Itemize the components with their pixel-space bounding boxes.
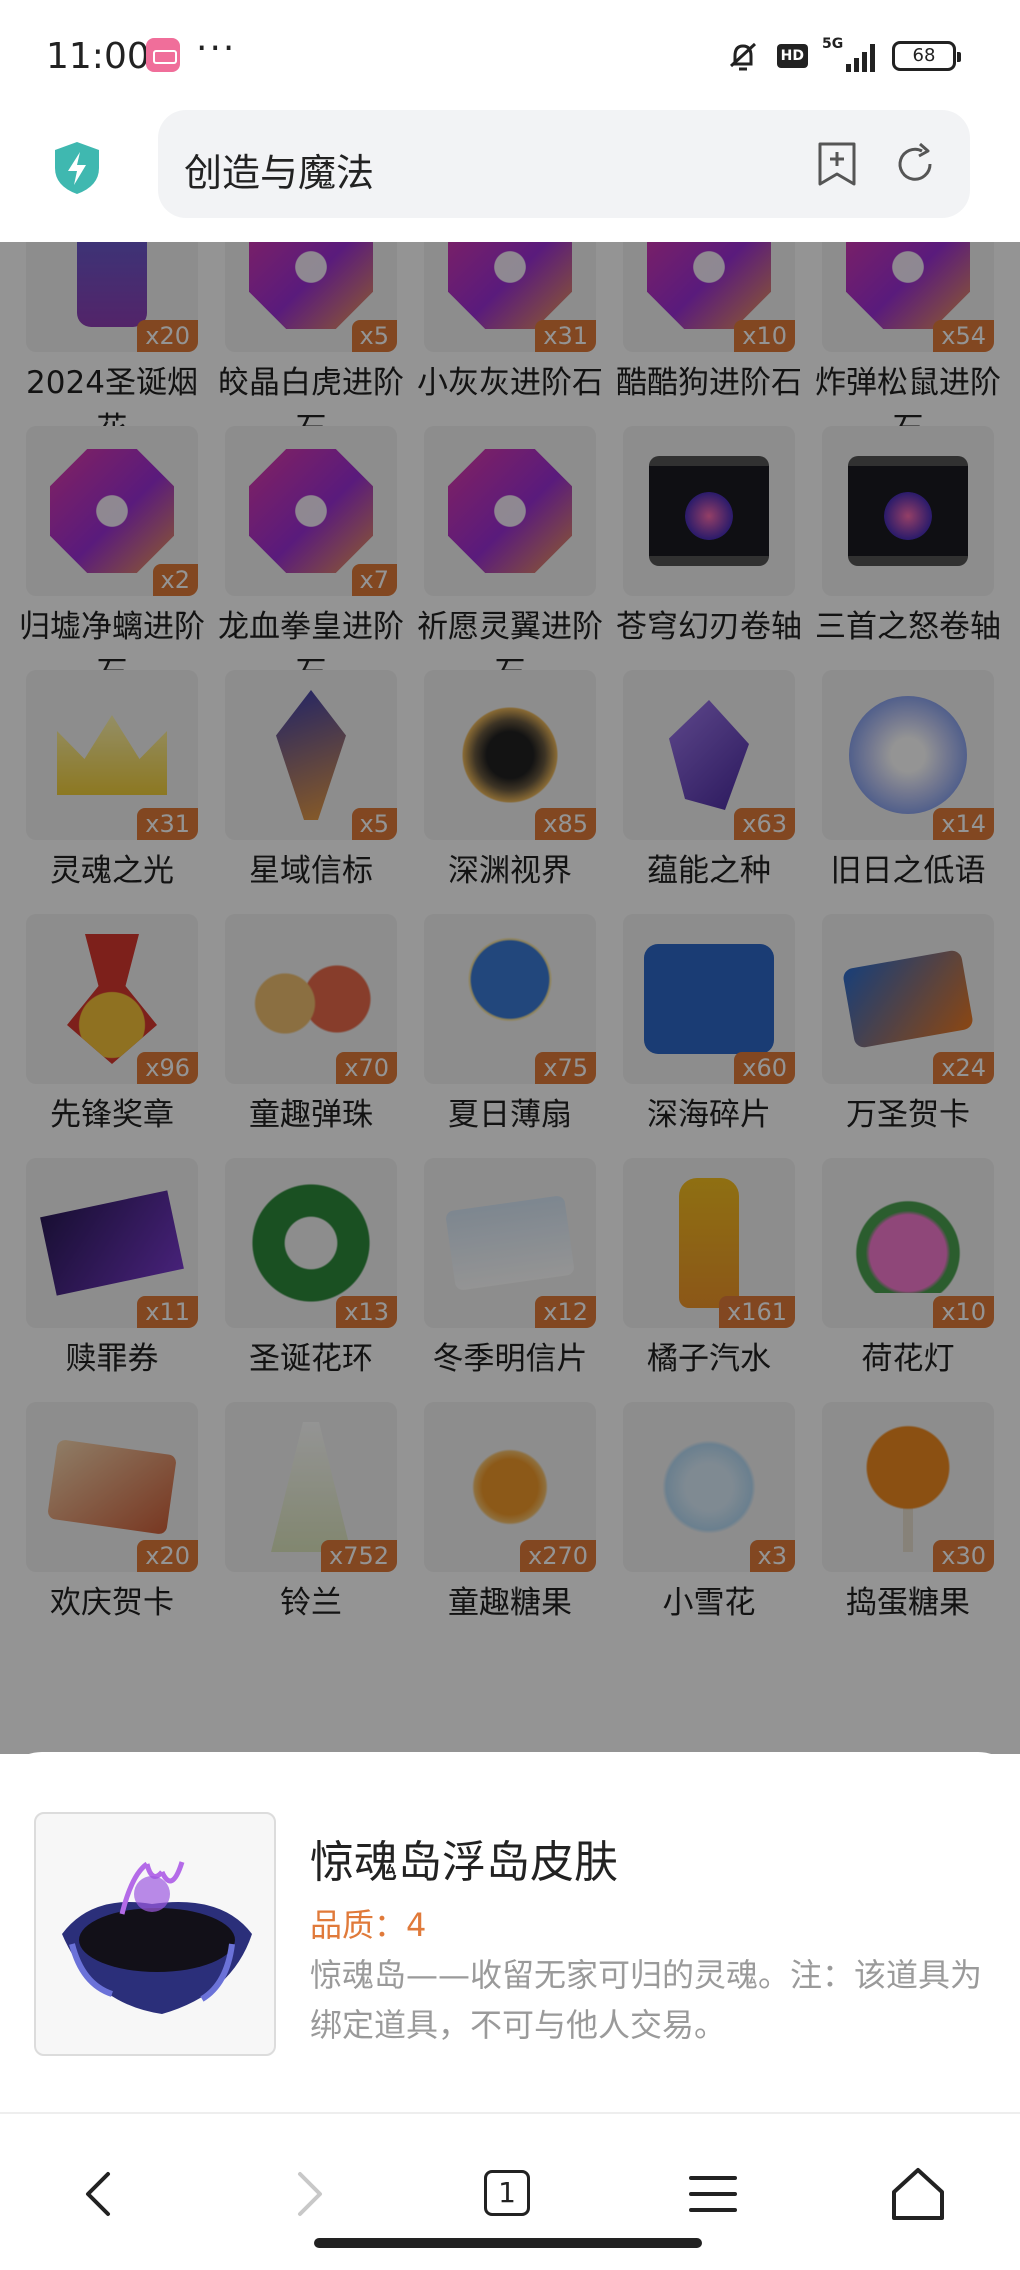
tab-count[interactable]: 1: [484, 2170, 530, 2216]
home-icon[interactable]: [888, 2164, 948, 2224]
signal-icon: 5G: [822, 36, 878, 74]
item-detail-thumbnail: [34, 1812, 276, 2056]
bookmark-add-icon[interactable]: [814, 140, 860, 188]
home-indicator[interactable]: [314, 2238, 702, 2248]
floating-island-icon: [62, 1861, 252, 2014]
chevron-left-icon[interactable]: [70, 2164, 130, 2224]
menu-icon[interactable]: [683, 2164, 743, 2224]
item-detail-quality: 品质：4: [310, 1906, 427, 1944]
url-text[interactable]: 创造与魔法: [184, 142, 374, 197]
url-field[interactable]: 创造与魔法: [158, 110, 970, 218]
address-bar: 创造与魔法: [0, 110, 1020, 242]
chevron-right-icon[interactable]: [278, 2164, 338, 2224]
item-detail-description: 惊魂岛——收留无家可归的灵魂。注：该道具为绑定道具，不可与他人交易。: [310, 1956, 983, 2044]
status-indicators: HD 5G 68: [723, 36, 961, 76]
status-bar: 11:00 ··· HD 5G 68: [0, 0, 1020, 110]
tabs-button[interactable]: 1: [478, 2164, 538, 2224]
item-detail-sheet: 惊魂岛浮岛皮肤 品质：4 惊魂岛——收留无家可归的灵魂。注：该道具为绑定道具，不…: [0, 1752, 1020, 2112]
mute-icon: [729, 42, 756, 71]
item-detail-title: 惊魂岛浮岛皮肤: [310, 1837, 618, 1888]
app-notification-icon: [146, 38, 180, 72]
hd-badge: HD: [776, 44, 808, 68]
shield-bolt-icon[interactable]: [52, 140, 102, 196]
more-notifications-icon: ···: [196, 28, 237, 69]
battery-level: 68: [912, 45, 936, 66]
modal-overlay[interactable]: [0, 242, 1020, 1754]
battery-icon: 68: [892, 41, 961, 71]
refresh-icon[interactable]: [892, 140, 938, 188]
status-time: 11:00: [46, 36, 150, 77]
network-type: 5G: [822, 36, 844, 52]
